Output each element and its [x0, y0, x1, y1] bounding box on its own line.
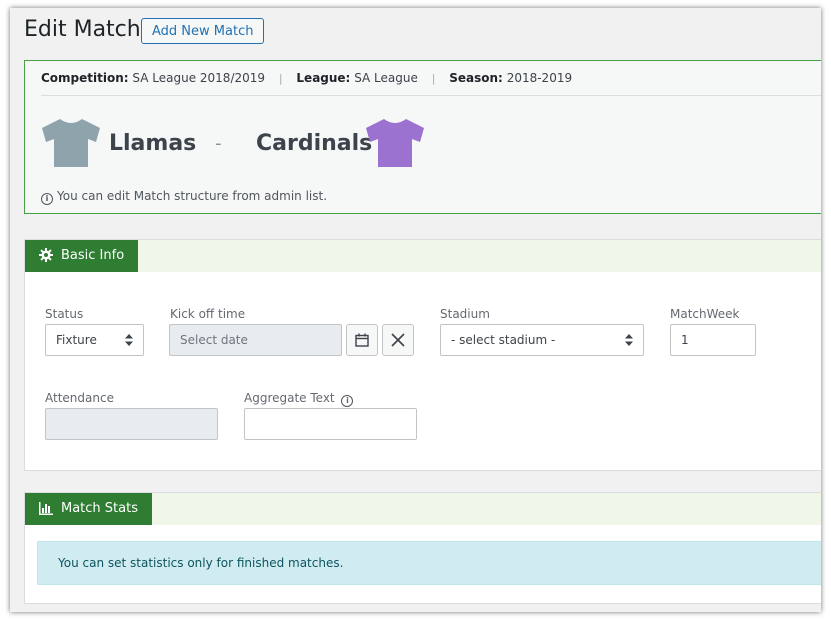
season-label: Season: — [449, 71, 503, 85]
stats-info-alert: You can set statistics only for finished… — [37, 541, 821, 585]
page-title: Edit Match — [24, 17, 141, 42]
tab-basic-info[interactable]: Basic Info — [25, 240, 139, 272]
meta-separator: | — [278, 72, 283, 85]
add-new-match-button[interactable]: Add New Match — [141, 18, 265, 44]
close-icon — [391, 333, 405, 347]
stadium-select[interactable]: - select stadium - — [440, 324, 644, 356]
structure-note: i You can edit Match structure from admin… — [41, 189, 327, 205]
note-text: You can edit Match structure from admin … — [57, 189, 328, 203]
matchweek-label: MatchWeek — [670, 307, 740, 321]
open-calendar-button[interactable] — [346, 324, 378, 356]
status-label: Status — [45, 307, 84, 321]
tab-basic-info-label: Basic Info — [61, 248, 125, 263]
away-shirt-icon — [366, 119, 424, 167]
home-shirt-icon — [42, 119, 100, 167]
aggregate-label: Aggregate Text i — [244, 391, 357, 407]
competition-value: SA League 2018/2019 — [132, 71, 266, 85]
calendar-icon — [355, 333, 369, 347]
match-stats-card: Match Stats You can set statistics only … — [24, 492, 821, 604]
season-value: 2018-2019 — [506, 71, 573, 85]
info-icon: i — [41, 193, 53, 205]
bar-chart-icon — [39, 502, 53, 515]
home-team-name: Llamas — [109, 131, 197, 156]
match-meta: Competition: SA League 2018/2019 | Leagu… — [41, 71, 572, 85]
match-header: Competition: SA League 2018/2019 | Leagu… — [24, 60, 821, 214]
sort-caret-icon — [625, 334, 633, 346]
gear-icon — [39, 248, 53, 262]
matchweek-input[interactable]: 1 — [670, 324, 756, 356]
clear-date-button[interactable] — [382, 324, 414, 356]
league-label: League: — [296, 71, 351, 85]
aggregate-label-text: Aggregate Text — [244, 391, 335, 405]
stadium-label: Stadium — [440, 307, 490, 321]
away-team-name: Cardinals — [256, 131, 373, 156]
card-header — [25, 240, 821, 272]
competition-label: Competition: — [41, 71, 129, 85]
status-select[interactable]: Fixture — [45, 324, 144, 356]
sort-caret-icon — [125, 334, 133, 346]
admin-page: Edit Match Add New Match Competition: SA… — [10, 8, 821, 612]
kickoff-date-input[interactable]: Select date — [169, 324, 342, 356]
kickoff-label: Kick off time — [170, 307, 246, 321]
tab-match-stats-label: Match Stats — [61, 501, 138, 516]
basic-info-card: Basic Info Status Fixture Kick off time … — [24, 239, 821, 471]
info-icon[interactable]: i — [341, 395, 354, 407]
divider — [41, 95, 821, 96]
status-value: Fixture — [56, 333, 97, 347]
attendance-input[interactable] — [45, 408, 218, 440]
tab-match-stats[interactable]: Match Stats — [25, 493, 152, 525]
meta-separator: | — [431, 72, 436, 85]
aggregate-text-input[interactable] — [244, 408, 417, 440]
stadium-value: - select stadium - — [451, 333, 556, 347]
attendance-label: Attendance — [45, 391, 114, 405]
league-value: SA League — [354, 71, 418, 85]
team-separator: - — [215, 133, 222, 154]
